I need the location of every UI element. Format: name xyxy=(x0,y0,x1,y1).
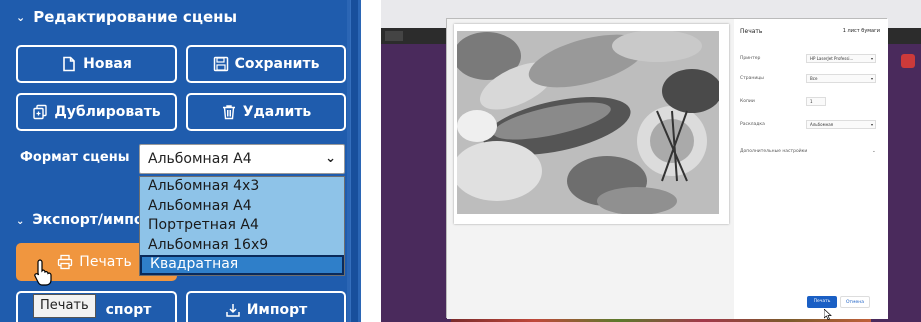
scene-format-value: Альбомная А4 xyxy=(148,151,252,167)
more-settings-label: Дополнительные настройки xyxy=(740,149,808,154)
chevron-down-icon: ▾ xyxy=(870,56,873,61)
copies-row: Копии 1 xyxy=(740,97,880,107)
export-section-header[interactable]: ⌄ Экспорт/импо xyxy=(16,212,144,228)
pages-value: Все xyxy=(810,76,818,81)
duplicate-scene-button[interactable]: Дублировать xyxy=(16,93,177,131)
save-scene-label: Сохранить xyxy=(234,56,320,72)
format-option-highlighted[interactable]: Квадратная xyxy=(140,255,344,275)
app-logo xyxy=(385,31,403,41)
save-icon xyxy=(213,56,229,72)
dialog-cancel-button[interactable]: Отмена xyxy=(840,296,870,308)
format-option[interactable]: Альбомная 4x3 xyxy=(140,177,344,197)
scene-format-label: Формат сцены xyxy=(20,150,130,165)
chevron-down-icon: ⌄ xyxy=(16,11,26,24)
pages-row: Страницы Все ▾ xyxy=(740,74,880,84)
new-file-icon xyxy=(61,56,77,72)
layout-row: Раскладка Альбомная ▾ xyxy=(740,120,880,130)
pointer-cursor-icon xyxy=(823,305,832,320)
printer-value: HP LaserJet Professi... xyxy=(810,56,854,61)
scene-section-header[interactable]: ⌄ Редактирование сцены xyxy=(16,8,237,26)
format-option[interactable]: Портретная А4 xyxy=(140,216,344,236)
chevron-down-icon: ⌄ xyxy=(16,216,25,227)
new-scene-label: Новая xyxy=(83,56,132,72)
chevron-down-icon: ⌄ xyxy=(872,149,876,154)
printer-label: Принтер xyxy=(740,56,761,61)
export-section-title: Экспорт/импо xyxy=(32,212,144,228)
layout-label: Раскладка xyxy=(740,122,765,127)
delete-scene-button[interactable]: Удалить xyxy=(186,93,346,131)
export-button-label: спорт xyxy=(105,302,152,318)
delete-scene-label: Удалить xyxy=(242,104,312,120)
scene-editor-panel: ⌄ Редактирование сцены Новая Сохранить Ду… xyxy=(0,0,361,322)
printer-select[interactable]: HP LaserJet Professi... ▾ xyxy=(806,54,876,63)
layout-value: Альбомная xyxy=(810,122,834,127)
printer-row: Принтер HP LaserJet Professi... ▾ xyxy=(740,54,880,64)
scrollbar-thumb[interactable] xyxy=(350,0,358,322)
save-scene-button[interactable]: Сохранить xyxy=(186,45,346,83)
copies-value: 1 xyxy=(810,99,813,104)
dialog-print-button[interactable]: Печать xyxy=(807,296,837,308)
toolbar-badge-icon xyxy=(901,54,915,68)
print-preview-screenshot: Печать 1 лист бумаги Принтер HP LaserJet… xyxy=(381,0,921,322)
scene-format-select[interactable]: Альбомная А4 ⌄ xyxy=(139,144,345,174)
duplicate-icon xyxy=(32,104,48,120)
chevron-down-icon: ▾ xyxy=(870,76,873,81)
format-option[interactable]: Альбомная 16x9 xyxy=(140,236,344,256)
import-icon xyxy=(225,302,241,318)
format-option[interactable]: Альбомная А4 xyxy=(140,197,344,217)
screenshot-stage: ⌄ Редактирование сцены Новая Сохранить Ду… xyxy=(0,0,921,322)
sheet-count: 1 лист бумаги xyxy=(842,28,880,34)
trash-icon xyxy=(221,104,237,120)
new-scene-button[interactable]: Новая xyxy=(16,45,177,83)
print-button-label: Печать xyxy=(79,254,132,270)
app-sidebar-background xyxy=(381,44,451,322)
pages-label: Страницы xyxy=(740,76,764,81)
chevron-down-icon: ▾ xyxy=(870,122,873,127)
print-preview-page xyxy=(454,24,729,224)
vegetables-preview-image xyxy=(457,31,719,214)
chevron-down-icon: ⌄ xyxy=(325,151,336,166)
import-button-label: Импорт xyxy=(246,302,308,318)
import-button[interactable]: Импорт xyxy=(186,291,346,322)
hand-cursor-icon xyxy=(33,258,55,286)
scene-section-title: Редактирование сцены xyxy=(33,8,238,26)
pages-select[interactable]: Все ▾ xyxy=(806,74,876,83)
printer-icon xyxy=(57,254,73,270)
print-tooltip: Печать xyxy=(33,294,96,318)
more-settings-toggle[interactable]: Дополнительные настройки ⌄ xyxy=(740,149,876,154)
print-settings-pane: Печать 1 лист бумаги Принтер HP LaserJet… xyxy=(734,19,888,319)
copies-label: Копии xyxy=(740,99,755,104)
scene-format-dropdown[interactable]: Альбомная 4x3 Альбомная А4 Портретная А4… xyxy=(139,176,345,276)
copies-input[interactable]: 1 xyxy=(806,97,826,106)
layout-select[interactable]: Альбомная ▾ xyxy=(806,120,876,129)
print-preview-pane xyxy=(447,19,734,319)
panel-scrollbar[interactable] xyxy=(347,0,361,322)
duplicate-scene-label: Дублировать xyxy=(54,104,161,120)
print-dialog-title: Печать xyxy=(740,28,763,35)
print-dialog: Печать 1 лист бумаги Принтер HP LaserJet… xyxy=(446,18,888,319)
